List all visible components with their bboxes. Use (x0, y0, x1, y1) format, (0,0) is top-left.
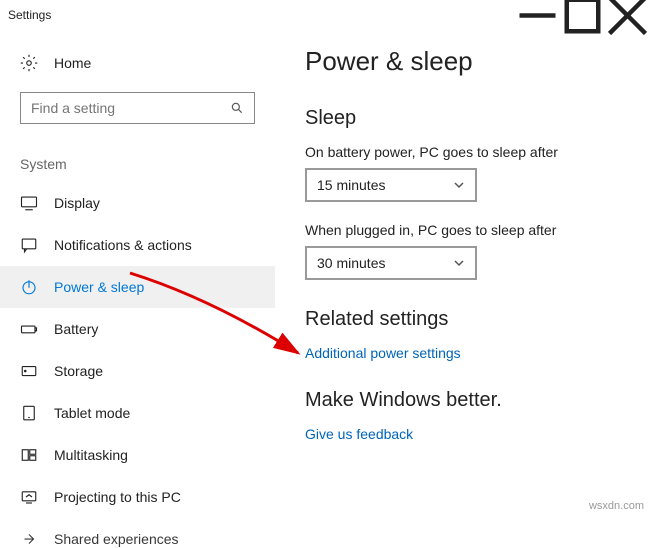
power-icon (20, 278, 38, 296)
sidebar-item-label: Shared experiences (54, 531, 179, 547)
sidebar-section-label: System (0, 134, 275, 182)
sidebar-item-notifications[interactable]: Notifications & actions (0, 224, 275, 266)
related-heading: Related settings (305, 308, 620, 331)
chevron-down-icon (453, 179, 465, 191)
close-button[interactable] (605, 0, 650, 30)
search-input[interactable] (20, 92, 255, 124)
multitasking-icon (20, 446, 38, 464)
plugged-sleep-value: 30 minutes (317, 255, 385, 271)
better-heading: Make Windows better. (305, 389, 620, 412)
battery-sleep-label: On battery power, PC goes to sleep after (305, 144, 620, 160)
plugged-sleep-label: When plugged in, PC goes to sleep after (305, 222, 620, 238)
sidebar-item-label: Projecting to this PC (54, 489, 181, 505)
sidebar-item-battery[interactable]: Battery (0, 308, 275, 350)
window-titlebar: Settings (0, 0, 650, 30)
minimize-button[interactable] (515, 0, 560, 30)
search-field[interactable] (31, 100, 230, 116)
tablet-icon (20, 404, 38, 422)
sidebar-item-tablet-mode[interactable]: Tablet mode (0, 392, 275, 434)
home-label: Home (54, 55, 91, 71)
sidebar: Home System Display Notifications & acti… (0, 30, 275, 518)
monitor-icon (20, 194, 38, 212)
sidebar-item-display[interactable]: Display (0, 182, 275, 224)
chevron-down-icon (453, 257, 465, 269)
battery-sleep-value: 15 minutes (317, 177, 385, 193)
sidebar-item-label: Notifications & actions (54, 237, 192, 253)
sidebar-item-multitasking[interactable]: Multitasking (0, 434, 275, 476)
window-controls (515, 0, 650, 30)
plugged-sleep-select[interactable]: 30 minutes (305, 246, 477, 280)
battery-icon (20, 320, 38, 338)
window-title: Settings (8, 8, 51, 22)
chat-icon (20, 236, 38, 254)
sleep-heading: Sleep (305, 107, 620, 130)
main-content: Power & sleep Sleep On battery power, PC… (275, 30, 650, 518)
sidebar-item-label: Battery (54, 321, 98, 337)
page-title: Power & sleep (305, 46, 620, 77)
search-icon (230, 101, 244, 115)
projecting-icon (20, 488, 38, 506)
sidebar-item-projecting[interactable]: Projecting to this PC (0, 476, 275, 518)
sidebar-item-label: Storage (54, 363, 103, 379)
sidebar-item-label: Power & sleep (54, 279, 144, 295)
feedback-link[interactable]: Give us feedback (305, 426, 413, 442)
sidebar-item-power-sleep[interactable]: Power & sleep (0, 266, 275, 308)
sidebar-item-shared[interactable]: Shared experiences (0, 518, 275, 548)
gear-icon (20, 54, 38, 72)
sidebar-item-label: Multitasking (54, 447, 128, 463)
home-link[interactable]: Home (0, 44, 275, 82)
sidebar-item-storage[interactable]: Storage (0, 350, 275, 392)
shared-icon (20, 530, 38, 548)
battery-sleep-select[interactable]: 15 minutes (305, 168, 477, 202)
sidebar-item-label: Display (54, 195, 100, 211)
sidebar-item-label: Tablet mode (54, 405, 130, 421)
storage-icon (20, 362, 38, 380)
additional-power-settings-link[interactable]: Additional power settings (305, 345, 461, 361)
maximize-button[interactable] (560, 0, 605, 30)
watermark: wsxdn.com (589, 500, 644, 512)
